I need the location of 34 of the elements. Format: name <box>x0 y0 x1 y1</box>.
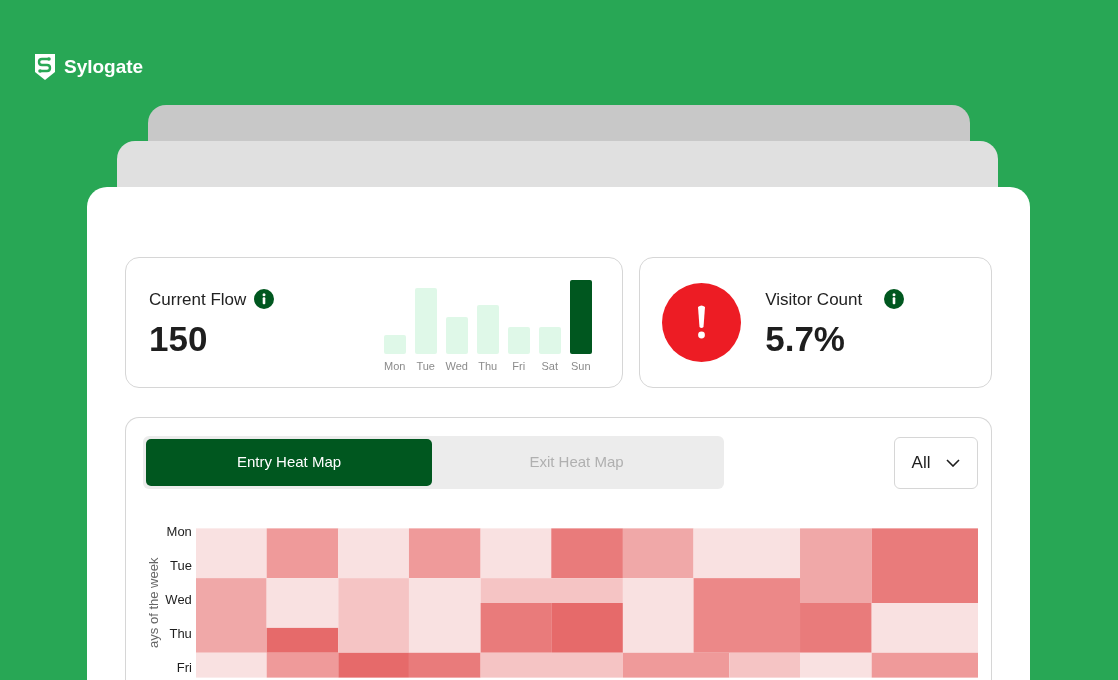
heatmap-cell <box>195 652 267 678</box>
day-label: Thu <box>477 359 499 375</box>
heatmap-cell <box>480 603 552 653</box>
row-label: Wed <box>165 591 192 609</box>
card-title: Visitor Count <box>765 288 863 311</box>
row-label: Fri <box>175 659 192 677</box>
info-icon <box>884 289 905 310</box>
axis-title: ays of the week <box>145 557 163 649</box>
chevron-down-icon <box>946 458 961 467</box>
row-label: Thu <box>168 625 192 643</box>
day-label: Wed <box>444 359 469 375</box>
heatmap-cell <box>622 528 694 579</box>
heatmap-cell <box>338 528 409 579</box>
heatmap-cell <box>729 652 800 678</box>
heatmap-cell <box>480 528 552 579</box>
info-icon <box>254 289 275 310</box>
filter-dropdown[interactable]: All <box>894 436 978 489</box>
day-label: Mon <box>383 359 407 375</box>
row-label: Tue <box>168 557 192 575</box>
day-label: Sat <box>540 359 559 375</box>
heatmap-cell <box>195 528 267 579</box>
brand-name: Sylogate <box>64 54 144 79</box>
heatmap-cell <box>551 528 623 579</box>
heatmap-tab[interactable]: Entry Heat Map <box>146 439 432 486</box>
card-title: Current Flow <box>149 288 247 311</box>
heatmap-cell <box>338 652 409 678</box>
flow-value: 150 <box>149 320 209 359</box>
day-label: Sun <box>569 359 592 375</box>
day-label: Fri <box>511 359 527 375</box>
heatmap-cell <box>551 603 623 653</box>
day-label: Tue <box>415 359 436 375</box>
row-label: Mon <box>165 523 192 541</box>
logo-icon <box>34 53 56 81</box>
visitor-value: 5.7% <box>765 320 846 359</box>
